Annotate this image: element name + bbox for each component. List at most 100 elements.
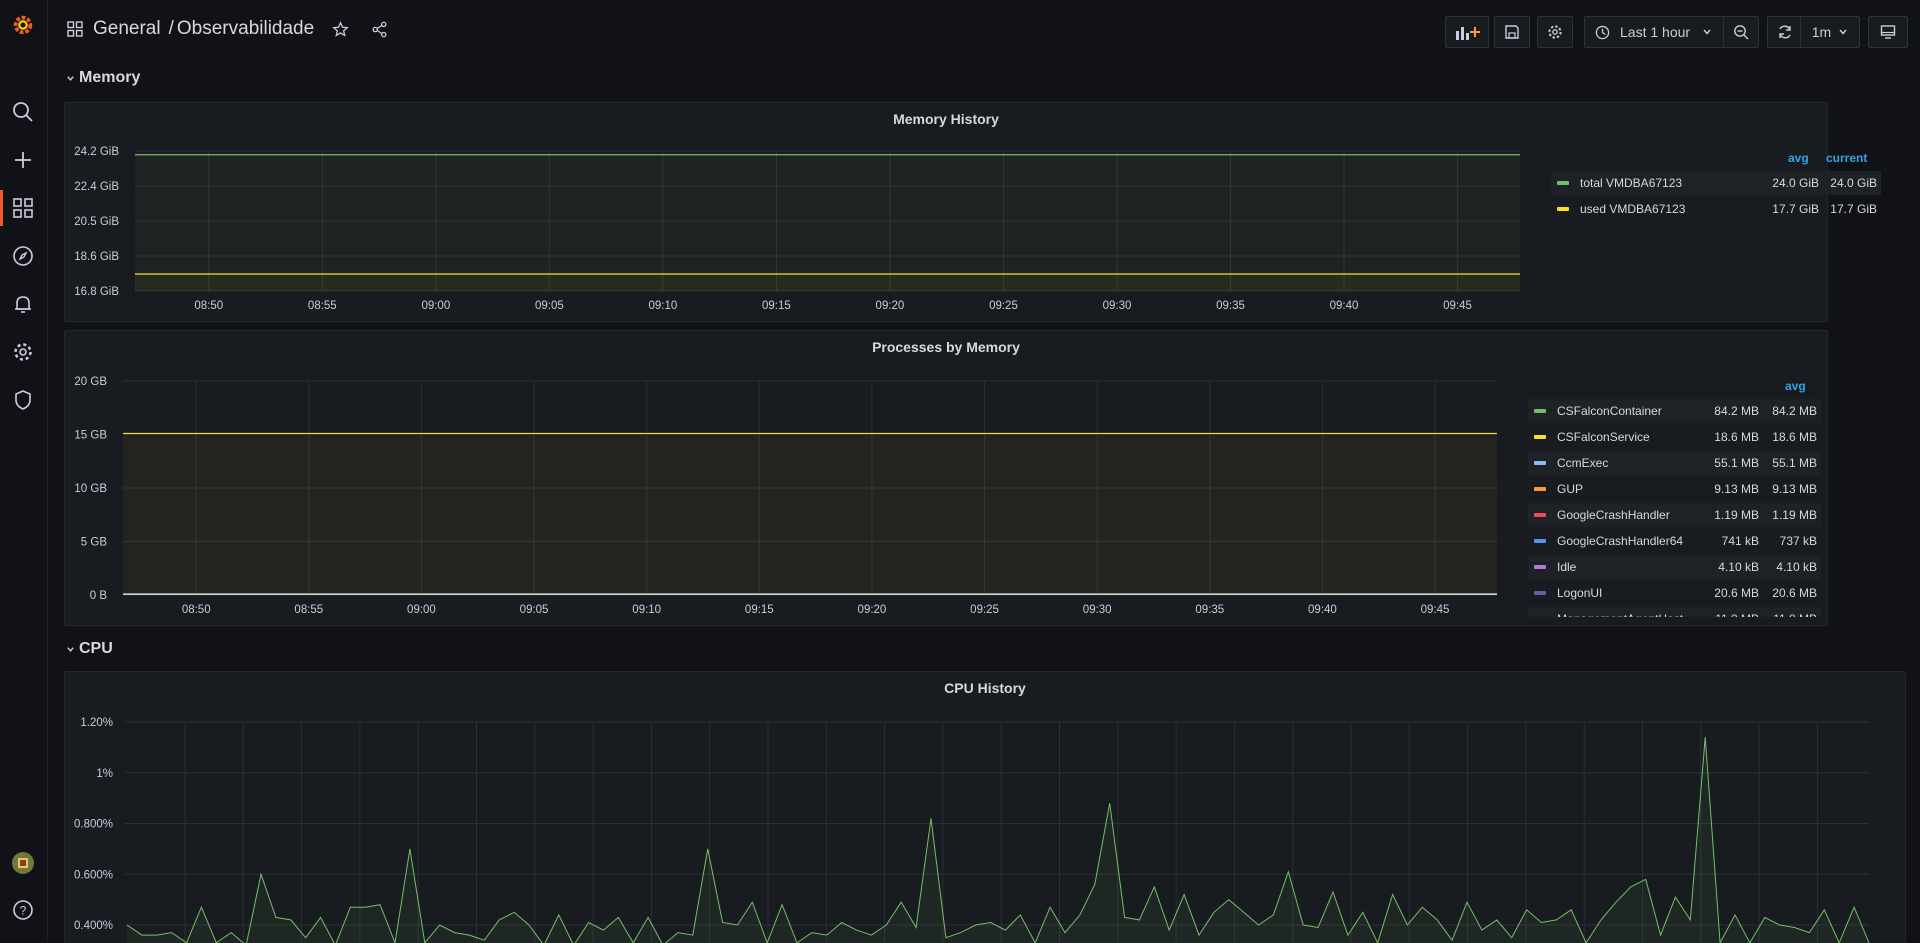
legend-avg-value: 11.8 MB — [1697, 612, 1759, 617]
legend-series-name: GoogleCrashHandler — [1557, 508, 1670, 522]
row-memory-title: Memory — [79, 69, 141, 86]
breadcrumb: General / Observabilidade — [67, 18, 388, 40]
legend-avg-value: 24.0 GiB — [1772, 176, 1819, 190]
chevron-down-icon — [67, 646, 74, 652]
legend-avg-value: 18.6 MB — [1714, 430, 1759, 444]
y-tick-label: 18.6 GiB — [74, 251, 119, 263]
refresh-icon — [1779, 25, 1791, 39]
share-icon[interactable] — [371, 21, 388, 38]
save-icon — [1505, 25, 1519, 39]
dashboard-grid-icon — [67, 21, 83, 37]
alerting-bell-icon[interactable] — [11, 292, 35, 316]
x-tick-label: 09:30 — [1103, 300, 1132, 312]
x-tick-label: 09:45 — [1421, 604, 1450, 616]
legend-avg-value: 20.6 MB — [1714, 586, 1759, 600]
row-cpu[interactable]: CPU — [66, 640, 113, 658]
legend-item[interactable]: CSFalconService 18.6 MB 18.6 MB — [1528, 425, 1821, 449]
y-tick-label: 20.5 GiB — [74, 216, 119, 228]
grafana-logo-icon[interactable] — [11, 13, 35, 37]
breadcrumb-separator: / — [168, 18, 174, 39]
svg-text:?: ? — [20, 904, 27, 918]
y-tick-label: 0.600% — [74, 869, 113, 881]
legend-item[interactable]: total VMDBA67123 24.0 GiB 24.0 GiB — [1551, 171, 1881, 195]
breadcrumb-folder[interactable]: General — [93, 18, 161, 40]
legend-item[interactable]: Idle 4.10 kB 4.10 kB — [1528, 555, 1821, 579]
legend-current-value: 737 kB — [1779, 534, 1817, 548]
legend-item[interactable]: LogonUI 20.6 MB 20.6 MB — [1528, 581, 1821, 605]
x-tick-label: 09:45 — [1443, 300, 1472, 312]
help-icon[interactable]: ? — [11, 898, 35, 922]
shield-icon[interactable] — [11, 388, 35, 412]
x-tick-label: 09:15 — [745, 604, 774, 616]
x-tick-label: 09:35 — [1216, 300, 1245, 312]
plus-icon[interactable] — [11, 148, 35, 172]
x-tick-label: 09:25 — [989, 300, 1018, 312]
y-tick-label: 20 GB — [74, 376, 107, 388]
legend-avg-value: 17.7 GiB — [1772, 202, 1819, 216]
legend-current-value: 55.1 MB — [1772, 456, 1817, 470]
legend-color-swatch — [1557, 181, 1569, 185]
legend-item[interactable]: GoogleCrashHandler 1.19 MB 1.19 MB — [1528, 503, 1821, 527]
legend-color-swatch — [1534, 487, 1546, 491]
dashboard-title[interactable]: Observabilidade — [177, 18, 314, 40]
x-tick-label: 09:00 — [421, 300, 450, 312]
legend-avg-value: 55.1 MB — [1714, 456, 1759, 470]
y-tick-label: 0 B — [90, 590, 108, 602]
legend-header-current[interactable]: current — [1826, 151, 1867, 165]
legend-item[interactable]: GUP 9.13 MB 9.13 MB — [1528, 477, 1821, 501]
legend-avg-value: 9.13 MB — [1714, 482, 1759, 496]
cpu-history-chart[interactable]: 1.20% 1% 0.800% 0.600% 0.400% — [65, 672, 1905, 943]
refresh-button[interactable] — [1767, 16, 1803, 48]
legend-series-name: GUP — [1557, 482, 1584, 496]
chevron-down-icon — [1703, 29, 1711, 35]
legend-series-name: ManagementAgentHost — [1557, 612, 1697, 617]
x-tick-label: 09:35 — [1195, 604, 1224, 616]
search-icon[interactable] — [11, 100, 35, 124]
refresh-interval-picker[interactable]: 1m — [1800, 16, 1860, 48]
legend-current-value: 1.19 MB — [1772, 508, 1817, 522]
legend-current-value: 4.10 kB — [1776, 560, 1817, 574]
configuration-gear-icon[interactable] — [11, 340, 35, 364]
y-tick-label: 10 GB — [74, 483, 107, 495]
memory-history-chart[interactable]: 24.2 GiB 22.4 GiB 20.5 GiB 18.6 GiB 16.8 GiB… — [65, 103, 1535, 321]
star-icon[interactable] — [332, 20, 350, 38]
dashboards-icon[interactable] — [11, 196, 35, 220]
row-memory[interactable]: Memory — [66, 69, 140, 87]
legend-current-value: 9.13 MB — [1772, 482, 1817, 496]
row-cpu-title: CPU — [79, 640, 113, 657]
legend-avg-value: 741 kB — [1721, 534, 1759, 548]
legend-avg-value: 4.10 kB — [1718, 560, 1759, 574]
cycle-view-mode-button[interactable] — [1868, 16, 1908, 48]
legend-item[interactable]: GoogleCrashHandler64 741 kB 737 kB — [1528, 529, 1821, 553]
legend-header-avg[interactable]: avg — [1788, 151, 1809, 165]
legend-color-swatch — [1534, 461, 1546, 465]
dashboard-settings-button[interactable] — [1537, 16, 1573, 48]
y-tick-label: 1% — [96, 768, 113, 780]
user-avatar[interactable] — [11, 851, 35, 875]
save-dashboard-button[interactable] — [1494, 16, 1530, 48]
monitor-icon — [1880, 25, 1896, 39]
legend-item[interactable]: used VMDBA67123 17.7 GiB 17.7 GiB — [1551, 197, 1881, 221]
time-range-picker[interactable]: Last 1 hour — [1584, 16, 1726, 48]
legend-current-value: 17.7 GiB — [1830, 202, 1877, 216]
legend-item[interactable]: CcmExec 55.1 MB 55.1 MB — [1528, 451, 1821, 475]
processes-by-memory-chart[interactable]: 20 GB 15 GB 10 GB 5 GB 0 B 08:50 08:55 09:00 09:… — [65, 331, 1515, 625]
legend-series-name: CSFalconService — [1557, 430, 1650, 444]
x-tick-label: 08:50 — [194, 300, 223, 312]
x-tick-label: 08:55 — [294, 604, 323, 616]
legend-header-avg[interactable]: avg — [1785, 379, 1806, 393]
memory-history-legend: avg current total VMDBA67123 24.0 GiB 24.0… — [1551, 151, 1881, 221]
x-tick-label: 09:05 — [535, 300, 564, 312]
add-panel-button[interactable] — [1445, 16, 1489, 48]
x-tick-label: 09:00 — [407, 604, 436, 616]
x-tick-label: 09:40 — [1308, 604, 1337, 616]
x-tick-label: 08:55 — [308, 300, 337, 312]
panel-processes-by-memory: Processes by Memory 20 GB 15 GB 10 GB 5 GB 0… — [64, 330, 1828, 626]
legend-item[interactable]: CSFalconContainer 84.2 MB 84.2 MB — [1528, 399, 1821, 423]
legend-series-name: total VMDBA67123 — [1580, 176, 1683, 190]
zoom-out-button[interactable] — [1723, 16, 1759, 48]
legend-item[interactable]: ManagementAgentHost11.8 MB11.8 MB — [1528, 607, 1821, 617]
x-tick-label: 09:10 — [648, 300, 677, 312]
explore-compass-icon[interactable] — [11, 244, 35, 268]
legend-color-swatch — [1534, 591, 1546, 595]
